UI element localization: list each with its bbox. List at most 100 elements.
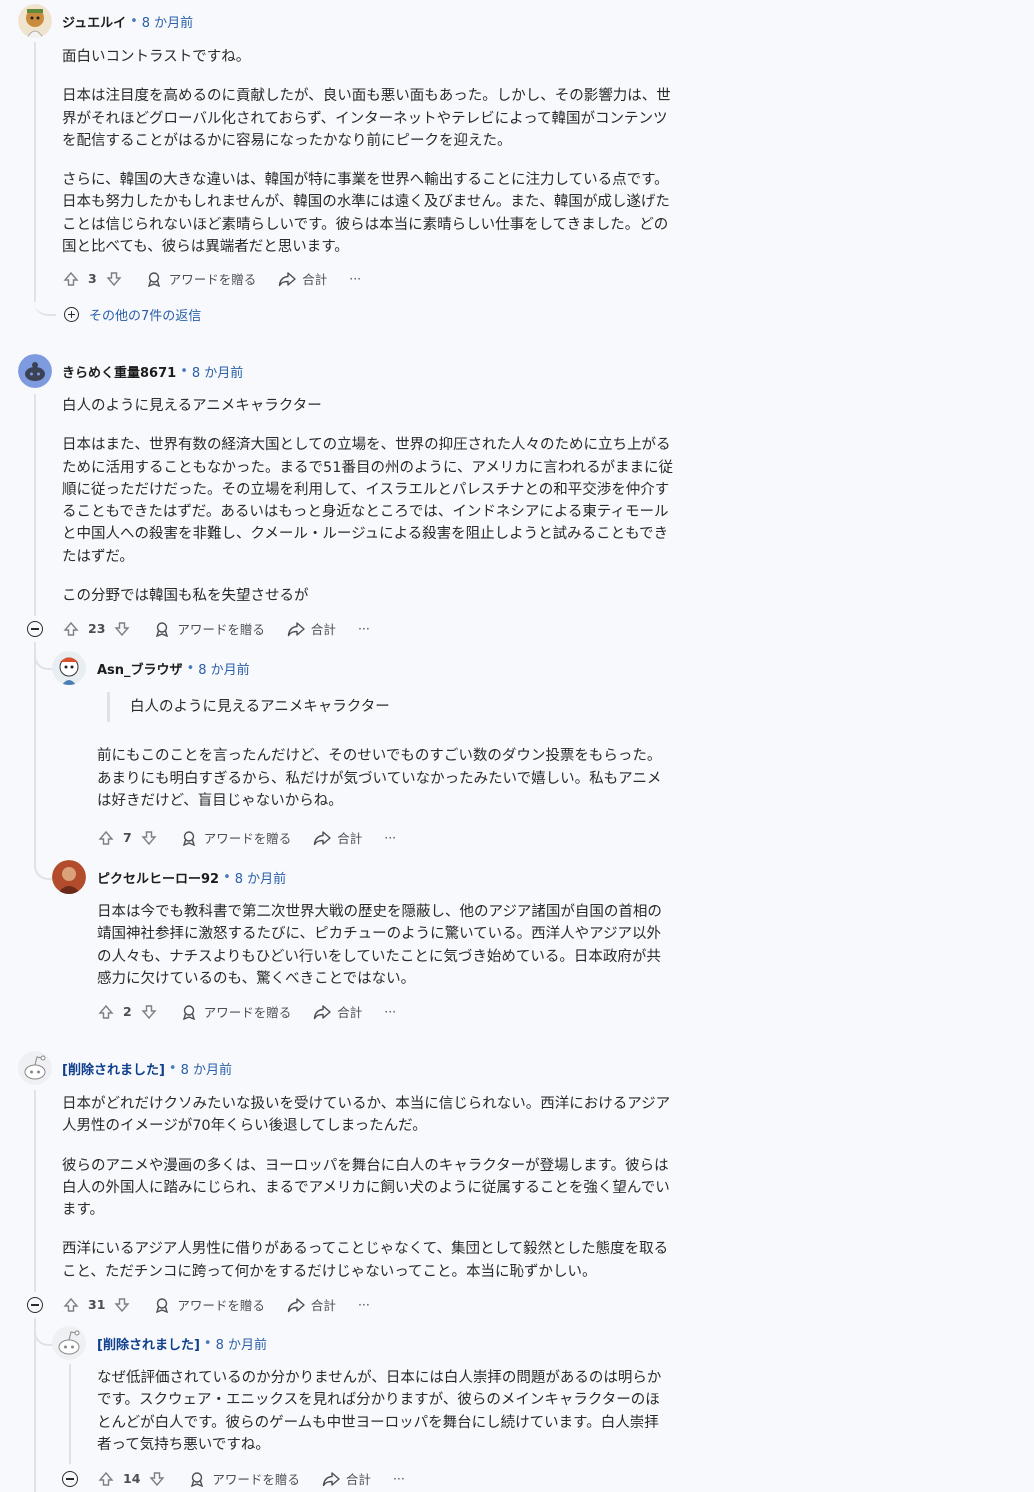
upvote-icon[interactable] bbox=[62, 620, 80, 638]
upvote-icon[interactable] bbox=[97, 1003, 115, 1021]
thread-line bbox=[34, 1318, 36, 1492]
award-button[interactable]: アワードを贈る bbox=[180, 1002, 292, 1021]
comment-timestamp[interactable]: 8 か月前 bbox=[216, 1334, 267, 1353]
comment-timestamp[interactable]: 8 か月前 bbox=[192, 362, 243, 381]
award-button[interactable]: アワードを贈る bbox=[180, 828, 292, 847]
separator-dot: • bbox=[223, 870, 231, 885]
separator-dot: • bbox=[130, 14, 138, 29]
award-icon bbox=[145, 270, 163, 288]
comment-author[interactable]: きらめく重量8671 bbox=[62, 362, 176, 381]
vote-count: 23 bbox=[88, 621, 106, 636]
vote-count: 2 bbox=[123, 1004, 132, 1019]
collapse-icon[interactable] bbox=[27, 1297, 43, 1313]
share-button[interactable]: 合計 bbox=[278, 269, 327, 288]
comment-paragraph: 前にもこのことを言ったんだけど、そのせいでものすごい数のダウン投票をもらった。あ… bbox=[97, 748, 662, 809]
comment-timestamp[interactable]: 8 か月前 bbox=[235, 868, 286, 887]
comment-timestamp[interactable]: 8 か月前 bbox=[142, 12, 193, 31]
comment-body: 日本がどれだけクソみたいな扱いを受けているか、本当に信じられない。西洋におけるア… bbox=[62, 1093, 682, 1300]
comment-paragraph: 彼らのアニメや漫画の多くは、ヨーロッパを舞台に白人のキャラクターが登場します。彼… bbox=[62, 1157, 670, 1219]
comment-body: なぜ低評価されているのか分かりませんが、日本には白人崇拝の問題があるのは明らかで… bbox=[97, 1367, 672, 1473]
award-label: アワードを贈る bbox=[203, 1005, 292, 1020]
more-options-button[interactable]: ··· bbox=[393, 1471, 405, 1486]
comment-actions: 3 アワードを贈る 合計 ··· bbox=[62, 269, 361, 288]
collapse-icon[interactable] bbox=[27, 621, 43, 637]
more-options-button[interactable]: ··· bbox=[358, 1297, 370, 1312]
award-button[interactable]: アワードを贈る bbox=[145, 269, 257, 288]
thread-line bbox=[34, 292, 56, 316]
upvote-icon[interactable] bbox=[97, 829, 115, 847]
upvote-icon[interactable] bbox=[97, 1470, 115, 1488]
thread-line bbox=[34, 1090, 36, 1292]
vote-count: 14 bbox=[123, 1471, 141, 1486]
more-options-button[interactable]: ··· bbox=[349, 271, 361, 286]
comment-body: 日本は今でも教科書で第二次世界大戦の歴史を隠蔽し、他のアジア諸国が自国の首相の靖… bbox=[97, 901, 672, 1007]
award-button[interactable]: アワードを贈る bbox=[188, 1469, 300, 1488]
comment-timestamp[interactable]: 8 か月前 bbox=[198, 659, 249, 678]
comment-actions: 2 アワードを贈る 合計 ··· bbox=[97, 1002, 396, 1021]
vote-count: 31 bbox=[88, 1297, 106, 1312]
share-icon bbox=[287, 620, 305, 638]
award-button[interactable]: アワードを贈る bbox=[153, 619, 265, 638]
comment-author[interactable]: [削除されました] bbox=[62, 1059, 165, 1078]
more-options-button[interactable]: ··· bbox=[384, 830, 396, 845]
vote-count: 3 bbox=[88, 271, 97, 286]
comment-author[interactable]: ピクセルヒーロー92 bbox=[97, 868, 219, 887]
downvote-icon[interactable] bbox=[140, 829, 158, 847]
avatar[interactable] bbox=[18, 4, 52, 38]
downvote-icon[interactable] bbox=[105, 270, 123, 288]
blockquote: 白人のように見えるアニメキャラクター bbox=[107, 692, 672, 723]
upvote-icon[interactable] bbox=[62, 1296, 80, 1314]
comment-paragraph: 西洋にいるアジア人男性に借りがあるってことじゃなくて、集団として毅然とした態度を… bbox=[62, 1241, 669, 1280]
thread-line bbox=[34, 642, 36, 862]
downvote-icon[interactable] bbox=[113, 620, 131, 638]
comment-timestamp[interactable]: 8 か月前 bbox=[181, 1059, 232, 1078]
separator-dot: • bbox=[180, 364, 188, 379]
share-button[interactable]: 合計 bbox=[287, 619, 336, 638]
downvote-icon[interactable] bbox=[148, 1470, 166, 1488]
comment-actions: 23 アワードを贈る 合計 ··· bbox=[62, 619, 370, 638]
avatar[interactable] bbox=[52, 651, 86, 685]
thread-line bbox=[34, 646, 54, 670]
share-button[interactable]: 合計 bbox=[322, 1469, 371, 1488]
award-button[interactable]: アワードを贈る bbox=[153, 1295, 265, 1314]
downvote-icon[interactable] bbox=[113, 1296, 131, 1314]
more-replies-link[interactable]: その他の7件の返信 bbox=[64, 305, 201, 324]
share-button[interactable]: 合計 bbox=[313, 828, 362, 847]
award-icon bbox=[153, 1296, 171, 1314]
comment-paragraph: さらに、韓国の大きな違いは、韓国が特に事業を世界へ輸出することに注力している点で… bbox=[62, 172, 670, 256]
upvote-icon[interactable] bbox=[62, 270, 80, 288]
avatar[interactable] bbox=[52, 860, 86, 894]
award-label: アワードを贈る bbox=[203, 831, 292, 846]
separator-dot: • bbox=[203, 1336, 212, 1351]
award-icon bbox=[153, 620, 171, 638]
comment-paragraph: 面白いコントラストですね。 bbox=[62, 49, 251, 65]
award-label: アワードを贈る bbox=[177, 1298, 265, 1313]
comment-paragraph: 日本がどれだけクソみたいな扱いを受けているか、本当に信じられない。西洋におけるア… bbox=[62, 1096, 671, 1135]
share-button[interactable]: 合計 bbox=[287, 1295, 336, 1314]
avatar[interactable] bbox=[18, 1051, 52, 1085]
more-options-button[interactable]: ··· bbox=[358, 621, 370, 636]
collapse-icon[interactable] bbox=[62, 1471, 78, 1487]
avatar[interactable] bbox=[52, 1326, 86, 1360]
comment-paragraph: この分野では韓国も私を失望させるが bbox=[62, 588, 309, 605]
separator-dot: • bbox=[168, 1061, 177, 1076]
comment-paragraph: 日本は今でも教科書で第二次世界大戦の歴史を隠蔽し、他のアジア諸国が自国の首相の靖… bbox=[97, 904, 662, 987]
comment-paragraph: 日本は注目度を高めるのに貢献したが、良い面も悪い面もあった。しかし、その影響力は… bbox=[62, 88, 671, 149]
comment-author[interactable]: ジュエルイ bbox=[62, 12, 126, 31]
award-label: アワードを贈る bbox=[177, 622, 265, 637]
separator-dot: • bbox=[186, 661, 195, 676]
more-options-button[interactable]: ··· bbox=[384, 1004, 396, 1019]
thread-line bbox=[34, 42, 36, 302]
downvote-icon[interactable] bbox=[140, 1003, 158, 1021]
award-label: アワードを贈る bbox=[168, 272, 257, 287]
share-button[interactable]: 合計 bbox=[313, 1002, 362, 1021]
thread-line bbox=[69, 1364, 71, 1464]
comment-actions: 7 アワードを贈る 合計 ··· bbox=[97, 828, 396, 847]
comment-author[interactable]: [削除されました] bbox=[97, 1334, 200, 1353]
comment-body: 白人のように見えるアニメキャラクター 前にもこのことを言ったんだけど、そのせいで… bbox=[97, 692, 672, 829]
award-label: アワードを贈る bbox=[212, 1472, 300, 1487]
comment-author[interactable]: Asn_ブラウザ bbox=[97, 659, 183, 678]
avatar[interactable] bbox=[18, 354, 52, 388]
share-label: 合計 bbox=[337, 1005, 363, 1020]
share-icon bbox=[313, 1003, 331, 1021]
